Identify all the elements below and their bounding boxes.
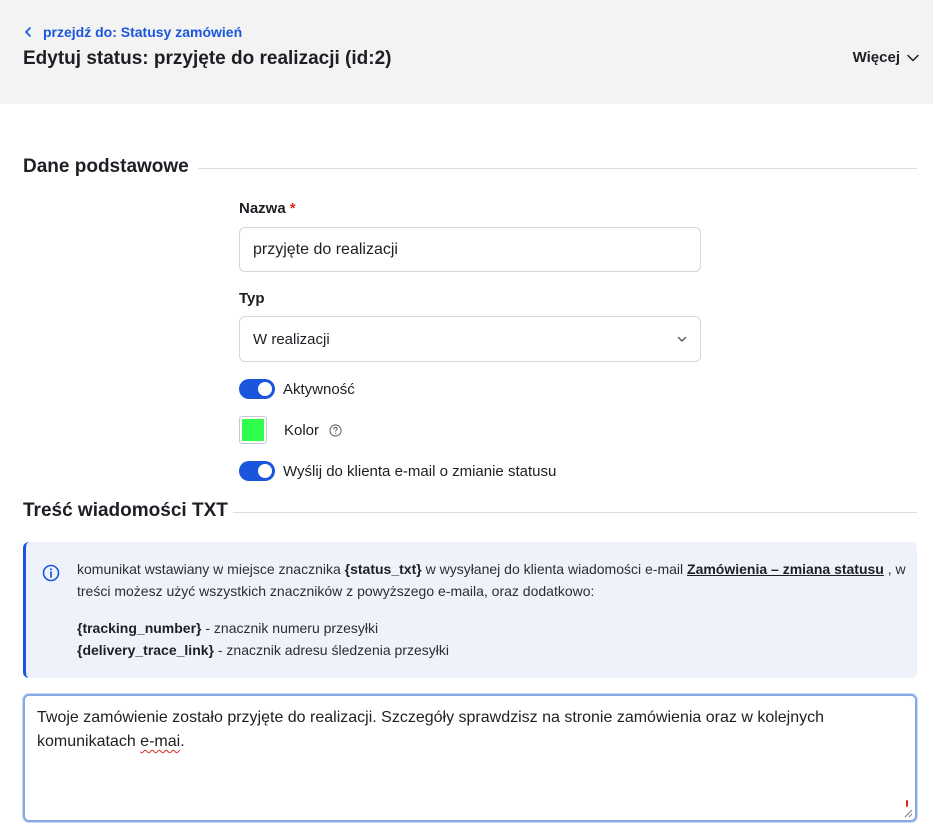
send-email-label: Wyślij do klienta e-mail o zmianie statu… bbox=[283, 462, 557, 480]
info-box: komunikat wstawiany w miejsce znacznika … bbox=[23, 542, 917, 678]
info-paragraph: komunikat wstawiany w miejsce znacznika … bbox=[77, 558, 907, 602]
info-circle-icon bbox=[42, 564, 60, 582]
status-txt-tag: {status_txt} bbox=[344, 561, 422, 577]
tracking-number-tag: {tracking_number} bbox=[77, 620, 202, 636]
section-divider bbox=[198, 168, 917, 169]
name-field[interactable] bbox=[239, 227, 701, 272]
more-label[interactable]: Więcej bbox=[853, 49, 900, 66]
section-title-txt: Treść wiadomości TXT bbox=[23, 500, 228, 521]
page-header: przejdź do: Statusy zamówień Edytuj stat… bbox=[0, 0, 933, 104]
info-text-part: komunikat wstawiany w miejsce znacznika bbox=[77, 561, 345, 577]
page-title: Edytuj status: przyjęte do realizacji (i… bbox=[23, 48, 392, 69]
send-email-row: Wyślij do klienta e-mail o zmianie statu… bbox=[239, 461, 556, 481]
more-button[interactable]: Więcej bbox=[853, 49, 919, 66]
active-label: Aktywność bbox=[283, 380, 355, 398]
color-swatch bbox=[242, 419, 264, 441]
chevron-down-icon bbox=[677, 336, 687, 342]
delivery-trace-tag: {delivery_trace_link} bbox=[77, 642, 214, 658]
name-label-text: Nazwa bbox=[239, 200, 286, 217]
misspelled-word: e-mai bbox=[140, 733, 181, 750]
tracking-tag-description: - znacznik numeru przesyłki bbox=[201, 620, 379, 636]
color-row: Kolor bbox=[239, 416, 342, 444]
message-text-end: . bbox=[180, 733, 185, 750]
type-select[interactable]: W realizacji bbox=[239, 316, 701, 362]
breadcrumb-label[interactable]: przejdź do: Statusy zamówień bbox=[43, 24, 242, 40]
email-template-link[interactable]: Zamówienia – zmiana statusu bbox=[687, 561, 884, 577]
info-text: komunikat wstawiany w miejsce znacznika … bbox=[77, 558, 907, 661]
color-label: Kolor bbox=[284, 421, 320, 439]
required-mark: * bbox=[289, 200, 296, 217]
resize-handle-icon[interactable] bbox=[903, 808, 913, 818]
breadcrumb[interactable]: przejdź do: Statusy zamówień bbox=[24, 24, 242, 40]
active-toggle[interactable] bbox=[239, 379, 275, 399]
message-textarea[interactable]: Twoje zamówienie zostało przyjęte do rea… bbox=[23, 694, 917, 822]
chevron-down-icon bbox=[907, 54, 919, 61]
chevron-left-icon bbox=[25, 27, 31, 37]
color-picker-button[interactable] bbox=[239, 416, 267, 444]
type-label: Typ bbox=[239, 290, 265, 307]
delivery-tag-description: - znacznik adresu śledzenia przesyłki bbox=[213, 642, 449, 658]
send-email-toggle[interactable] bbox=[239, 461, 275, 481]
info-text-part: w wysyłanej do klienta wiadomości e-mail bbox=[421, 561, 688, 577]
type-select-value: W realizacji bbox=[253, 330, 330, 348]
section-divider bbox=[233, 512, 917, 513]
delivery-tag-line: {delivery_trace_link} - znacznik adresu … bbox=[77, 639, 907, 661]
tracking-tag-line: {tracking_number} - znacznik numeru prze… bbox=[77, 617, 907, 639]
active-row: Aktywność bbox=[239, 379, 355, 399]
name-label: Nazwa * bbox=[239, 200, 296, 217]
question-circle-icon[interactable] bbox=[329, 423, 342, 437]
section-title-basic: Dane podstawowe bbox=[23, 156, 189, 177]
spellcheck-marker bbox=[906, 800, 908, 807]
